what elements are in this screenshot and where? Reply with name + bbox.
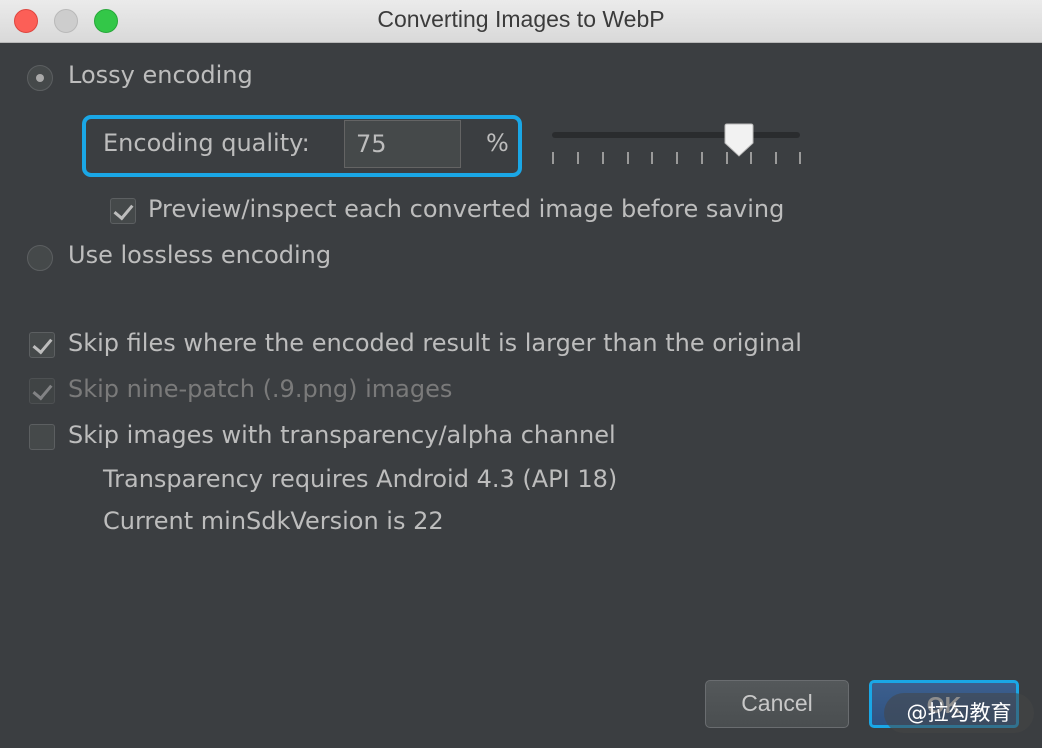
slider-tick <box>651 152 653 164</box>
slider-tick <box>552 152 554 164</box>
checkmark-icon <box>32 333 53 355</box>
title-bar: Converting Images to WebP <box>0 0 1042 43</box>
slider-tick <box>676 152 678 164</box>
slider-tick <box>577 152 579 164</box>
skip-larger-checkbox[interactable] <box>29 332 55 358</box>
radio-selected-dot <box>36 74 44 82</box>
watermark: @拉勾教育 <box>884 693 1034 733</box>
window-title: Converting Images to WebP <box>377 6 665 32</box>
preview-checkbox[interactable] <box>110 198 136 224</box>
lossy-encoding-radio[interactable] <box>27 65 53 91</box>
slider-tick <box>701 152 703 164</box>
slider-tick <box>799 152 801 164</box>
slider-tick <box>602 152 604 164</box>
cancel-button[interactable]: Cancel <box>705 680 849 728</box>
transparency-requirement-note: Transparency requires Android 4.3 (API 1… <box>103 465 618 493</box>
lossless-encoding-radio[interactable] <box>27 245 53 271</box>
skip-transparency-checkbox[interactable] <box>29 424 55 450</box>
skip-ninepatch-label[interactable]: Skip nine-patch (.9.png) images <box>68 375 452 403</box>
preview-label[interactable]: Preview/inspect each converted image bef… <box>148 195 784 223</box>
checkmark-icon <box>113 199 134 221</box>
checkmark-icon <box>32 379 53 401</box>
slider-track[interactable] <box>552 132 800 138</box>
skip-larger-label[interactable]: Skip files where the encoded result is l… <box>68 329 802 357</box>
slider-tick <box>627 152 629 164</box>
encoding-quality-input[interactable] <box>344 120 461 168</box>
lossy-encoding-label[interactable]: Lossy encoding <box>68 61 253 89</box>
percent-unit-label: % <box>486 129 509 157</box>
skip-ninepatch-checkbox[interactable] <box>29 378 55 404</box>
skip-transparency-label[interactable]: Skip images with transparency/alpha chan… <box>68 421 616 449</box>
slider-thumb[interactable] <box>724 123 754 157</box>
encoding-quality-label: Encoding quality: <box>103 129 310 157</box>
min-sdk-note: Current minSdkVersion is 22 <box>103 507 444 535</box>
lossless-encoding-label[interactable]: Use lossless encoding <box>68 241 331 269</box>
slider-tick <box>775 152 777 164</box>
